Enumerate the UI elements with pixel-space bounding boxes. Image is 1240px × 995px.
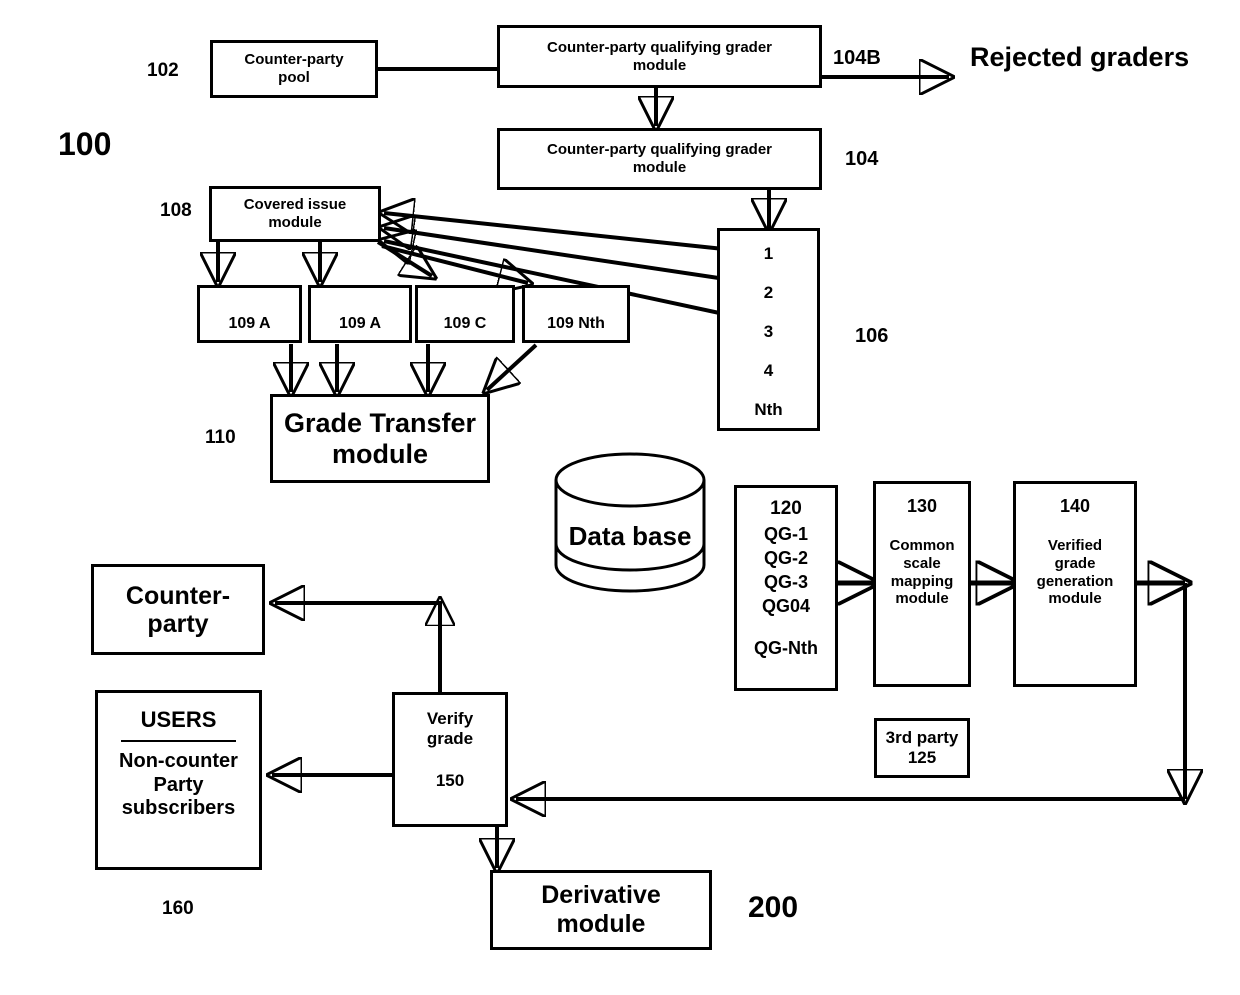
grader-list-item-3: 3 <box>763 322 774 341</box>
qg-list-item-2: QG-2 <box>763 548 808 568</box>
issue-box-109nth[interactable]: 109 Nth <box>522 285 630 343</box>
verified-grade-line1: Verified <box>1047 537 1103 555</box>
qg-list-box-120[interactable]: 120 QG-1 QG-2 QG-3 QG04 QG-Nth <box>734 485 838 691</box>
verify-grade-line2: grade <box>426 729 474 749</box>
verified-grade-generation-module-box[interactable]: 140 Verified grade generation module <box>1013 481 1137 687</box>
users-line1: Non-counter <box>119 749 238 772</box>
wire-covered-to-109nth <box>381 244 528 283</box>
qg-list-item-1: QG-1 <box>763 524 808 544</box>
verified-grade-line3: generation <box>1036 572 1114 590</box>
verified-grade-line2: grade <box>1054 554 1096 572</box>
counter-party-box[interactable]: Counter- party <box>91 564 265 655</box>
verify-grade-line1: Verify <box>426 709 474 728</box>
qg-list-item-3: QG-3 <box>763 572 808 592</box>
cp-grader-104-line2: module <box>632 159 687 176</box>
wire-list2-to-covered-issue <box>384 228 753 285</box>
qg-list-ref: 120 <box>770 498 802 519</box>
issue-box-109a-1[interactable]: 109 A <box>197 285 302 343</box>
issue-109a-1-label: 109 A <box>228 315 271 333</box>
users-line2: Party <box>153 773 204 796</box>
counter-party-line1: Counter- <box>125 581 231 610</box>
third-party-line1: 3rd party <box>885 727 959 747</box>
covered-issue-module-box[interactable]: Covered issue module <box>209 186 381 242</box>
ref-102: 102 <box>147 60 179 81</box>
cp-grader-top-line2: module <box>632 56 687 74</box>
wire-109nth-to-grade-transfer <box>487 343 538 390</box>
derivative-line1: Derivative <box>541 881 661 910</box>
ref-100: 100 <box>58 126 112 162</box>
issue-109c-label: 109 C <box>443 315 487 333</box>
issue-box-109a-2[interactable]: 109 A <box>308 285 412 343</box>
counter-party-pool-line2: pool <box>278 69 310 86</box>
database-label: Data base <box>568 521 692 551</box>
common-scale-line1: Common <box>889 537 955 555</box>
verified-grade-ref: 140 <box>1059 496 1091 516</box>
cp-grader-top-line1: Counter-party qualifying grader <box>546 38 773 56</box>
wire-list1-to-covered-issue <box>384 213 753 254</box>
ref-110: 110 <box>205 427 236 448</box>
grader-list-item-4: 4 <box>763 361 774 380</box>
issue-109nth-label: 109 Nth <box>547 315 605 333</box>
qg-list-item-nth: QG-Nth <box>754 638 818 658</box>
cp-qualifying-grader-module-top[interactable]: Counter-party qualifying grader module <box>497 25 822 88</box>
users-box[interactable]: USERS Non-counter Party subscribers <box>95 690 262 870</box>
grade-transfer-line1: Grade Transfer <box>283 408 477 439</box>
third-party-line2: 125 <box>907 748 937 767</box>
third-party-box-125[interactable]: 3rd party 125 <box>874 718 970 778</box>
qg-list-spacer <box>737 621 835 639</box>
qg-list-item-4: QG04 <box>761 596 811 616</box>
common-scale-ref: 130 <box>906 496 938 516</box>
ref-200: 200 <box>748 891 799 924</box>
ref-108: 108 <box>160 200 192 221</box>
common-scale-line2: scale <box>903 554 941 572</box>
issue-109a-2-label: 109 A <box>338 315 382 333</box>
ref-106: 106 <box>855 325 889 347</box>
rejected-graders-label: Rejected graders <box>970 42 1190 72</box>
common-scale-line4: module <box>895 590 949 608</box>
patent-figure-canvas: 100 200 102 104B 104 108 106 110 160 Rej… <box>0 0 1240 995</box>
covered-issue-line1: Covered issue <box>243 196 347 214</box>
users-line3: subscribers <box>121 797 236 820</box>
counter-party-line2: party <box>147 609 209 638</box>
verify-grade-box-150[interactable]: Verify grade 150 <box>392 692 508 827</box>
ref-160: 160 <box>162 898 194 919</box>
wire-verify-to-counterparty <box>275 603 442 692</box>
ref-104b: 104B <box>833 47 881 69</box>
grader-list-item-nth: Nth <box>754 400 783 419</box>
cp-qualifying-grader-module-104[interactable]: Counter-party qualifying grader module <box>497 128 822 190</box>
users-title: USERS <box>140 707 217 732</box>
grader-list-box-106[interactable]: 1 2 3 4 Nth <box>717 228 820 431</box>
covered-issue-line2: module <box>268 214 322 231</box>
counter-party-pool-box[interactable]: Counter-party pool <box>210 40 378 98</box>
derivative-line2: module <box>556 910 646 938</box>
cp-grader-104-line1: Counter-party qualifying grader <box>546 141 773 159</box>
counter-party-pool-line1: Counter-party <box>244 51 344 69</box>
grade-transfer-module-box[interactable]: Grade Transfer module <box>270 394 490 483</box>
derivative-module-box[interactable]: Derivative module <box>490 870 712 950</box>
users-divider <box>120 739 237 742</box>
verify-grade-ref: 150 <box>435 771 465 791</box>
verified-grade-line4: module <box>1048 590 1102 608</box>
issue-box-109c[interactable]: 109 C <box>415 285 515 343</box>
grader-list-item-1: 1 <box>763 244 774 263</box>
grade-transfer-line2: module <box>331 438 428 469</box>
common-scale-line3: mapping <box>890 572 954 590</box>
ref-104: 104 <box>845 148 879 170</box>
common-scale-mapping-module-box[interactable]: 130 Common scale mapping module <box>873 481 971 687</box>
grader-list-item-2: 2 <box>763 283 774 302</box>
